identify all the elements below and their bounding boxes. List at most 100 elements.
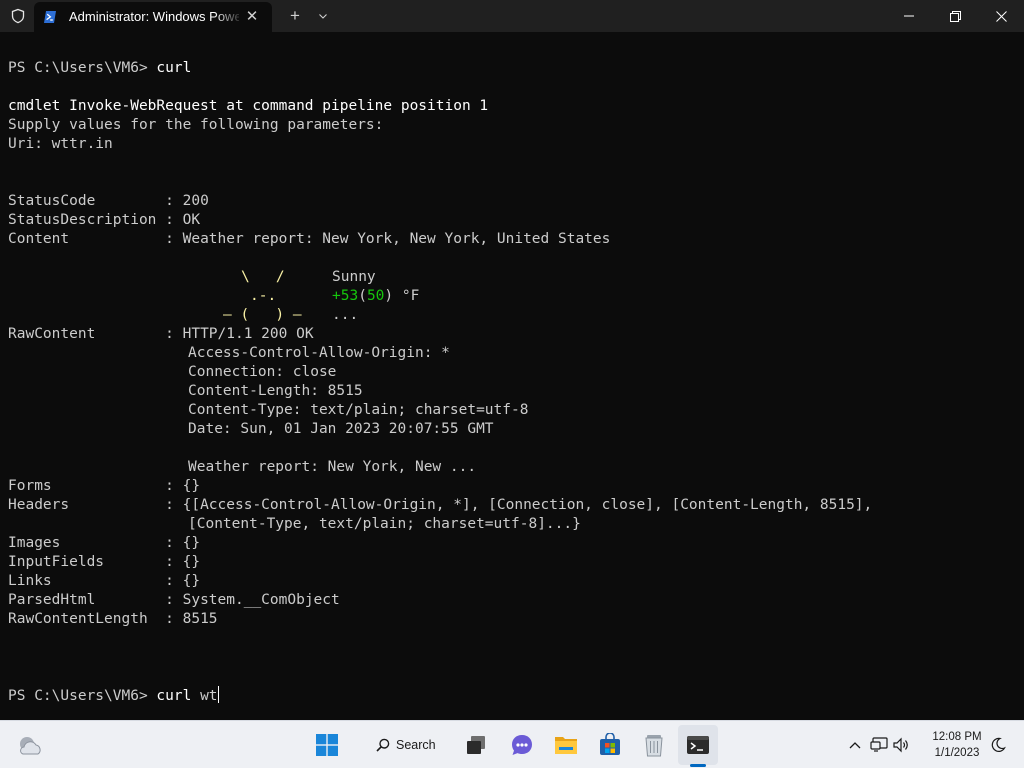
do-not-disturb-icon: [991, 737, 1006, 752]
sun-art-line-1: \ /: [241, 269, 285, 285]
search-icon: [376, 738, 390, 752]
task-view-button[interactable]: [456, 725, 496, 765]
links-line: Links : {}: [8, 572, 200, 591]
shield-icon: [6, 4, 30, 28]
status-code-line: StatusCode : 200: [8, 192, 209, 211]
images-line: Images : {}: [8, 534, 200, 553]
file-explorer-icon: [555, 737, 577, 754]
search-button[interactable]: Search: [366, 729, 442, 761]
raw-content-length-label: RawContentLength :: [8, 611, 174, 627]
text-cursor: [217, 686, 219, 703]
headers-line: Headers : {[Access-Control-Allow-Origin,…: [8, 496, 872, 515]
parsed-html-line: ParsedHtml : System.__ComObject: [8, 591, 340, 610]
supply-line: Supply values for the following paramete…: [8, 117, 384, 133]
search-label: Search: [396, 738, 436, 752]
input-fields-label: InputFields :: [8, 554, 174, 570]
status-description-line: StatusDescription : OK: [8, 211, 200, 230]
clock[interactable]: 12:08 PM 1/1/2023: [922, 729, 992, 763]
prompt: PS C:\Users\VM6>: [8, 688, 148, 704]
links-label: Links :: [8, 573, 174, 589]
status-code-label: StatusCode :: [8, 193, 174, 209]
close-tab-button[interactable]: ✕: [242, 7, 262, 27]
raw-weather-report: Weather report: New York, New ...: [188, 459, 477, 475]
content-label: Content :: [8, 231, 174, 247]
task-view-icon: [467, 736, 485, 754]
taskbar: Search 12:08 PM 1/1/2023: [0, 720, 1024, 768]
raw-content-length-line: RawContentLength : 8515: [8, 610, 218, 629]
status-code-value: 200: [182, 193, 209, 209]
forms-label: Forms :: [8, 478, 174, 494]
microsoft-store-button[interactable]: [590, 725, 630, 765]
raw-content-length-value: 8515: [182, 611, 218, 627]
maximize-button[interactable]: [932, 0, 978, 32]
windows-start-icon: [316, 734, 338, 756]
raw-date: Date: Sun, 01 Jan 2023 20:07:55 GMT: [188, 421, 494, 437]
paren-close: ): [384, 288, 394, 304]
status-description-label: StatusDescription :: [8, 212, 174, 228]
microsoft-store-icon: [600, 733, 620, 755]
notifications-button[interactable]: [986, 733, 1010, 757]
recycle-bin-button[interactable]: [634, 725, 674, 765]
recycle-bin-icon: [645, 735, 663, 757]
chevron-up-icon: [849, 742, 861, 749]
temperature-line: +53(50) °F: [332, 287, 419, 306]
temperature-value: +53: [332, 288, 359, 304]
status-description-value: OK: [182, 212, 201, 228]
teams-chat-icon: [512, 735, 532, 755]
uri-value: wttr.in: [51, 136, 113, 152]
prompt-line: PS C:\Users\VM6> curl: [8, 59, 191, 78]
raw-content-length: Content-Length: 8515: [188, 383, 363, 399]
prompt: PS C:\Users\VM6>: [8, 60, 148, 76]
current-input[interactable]: wt: [200, 688, 217, 704]
raw-content-label: RawContent :: [8, 326, 174, 342]
minimize-button[interactable]: [886, 0, 932, 32]
current-command: curl: [156, 688, 192, 704]
terminal-taskbar-button[interactable]: [678, 725, 718, 765]
uri-line: Uri: wttr.in: [8, 135, 113, 154]
running-app-indicator: [690, 764, 706, 767]
input-fields-value: {}: [182, 554, 201, 570]
quick-settings-button[interactable]: [870, 731, 922, 759]
raw-acao: Access-Control-Allow-Origin: *: [188, 345, 450, 361]
temperature-unit: °F: [401, 288, 420, 304]
raw-connection: Connection: close: [188, 364, 337, 380]
current-prompt-line[interactable]: PS C:\Users\VM6> curl wt: [8, 686, 219, 705]
headers-label: Headers :: [8, 497, 174, 513]
headers-value-continued: [Content-Type, text/plain; charset=utf-8…: [188, 516, 581, 532]
content-line: Content : Weather report: New York, New …: [8, 230, 610, 249]
sun-art-line-3: ― ( ) ―: [223, 307, 302, 323]
paren-open: (: [358, 288, 367, 304]
images-value: {}: [182, 535, 201, 551]
new-tab-button[interactable]: +: [284, 5, 306, 27]
terminal-output[interactable]: PS C:\Users\VM6> curl cmdlet Invoke-WebR…: [0, 32, 1024, 720]
images-label: Images :: [8, 535, 174, 551]
tab-powershell[interactable]: Administrator: Windows PowerShell ✕: [34, 2, 272, 32]
feels-like-value: 50: [366, 288, 385, 304]
tab-title-fade: [214, 8, 244, 26]
content-value: Weather report: New York, New York, Unit…: [182, 231, 611, 247]
weather-widget-button[interactable]: [14, 730, 44, 760]
weather-ellipsis: ...: [332, 307, 359, 323]
volume-icon: [893, 737, 908, 753]
terminal-icon: [687, 736, 709, 754]
network-icon: [870, 737, 888, 752]
cmdlet-line: cmdlet Invoke-WebRequest at command pipe…: [8, 98, 489, 114]
links-value: {}: [182, 573, 201, 589]
uri-label: Uri:: [8, 136, 43, 152]
tab-dropdown-button[interactable]: [312, 5, 334, 27]
clock-time: 12:08 PM: [932, 731, 982, 743]
headers-value: {[Access-Control-Allow-Origin, *], [Conn…: [182, 497, 873, 513]
close-window-button[interactable]: [978, 0, 1024, 32]
parsed-html-value: System.__ComObject: [182, 592, 340, 608]
raw-content-line: RawContent : HTTP/1.1 200 OK: [8, 325, 314, 344]
restore-icon: [949, 10, 961, 22]
start-button[interactable]: [307, 725, 347, 765]
raw-content-type: Content-Type: text/plain; charset=utf-8: [188, 402, 529, 418]
chat-button[interactable]: [502, 725, 542, 765]
clock-date: 1/1/2023: [934, 747, 980, 759]
sun-art-line-2: .-.: [250, 288, 277, 304]
file-explorer-button[interactable]: [546, 725, 586, 765]
show-hidden-icons-button[interactable]: [845, 735, 865, 755]
parsed-html-label: ParsedHtml :: [8, 592, 174, 608]
chevron-down-icon: [319, 14, 327, 19]
